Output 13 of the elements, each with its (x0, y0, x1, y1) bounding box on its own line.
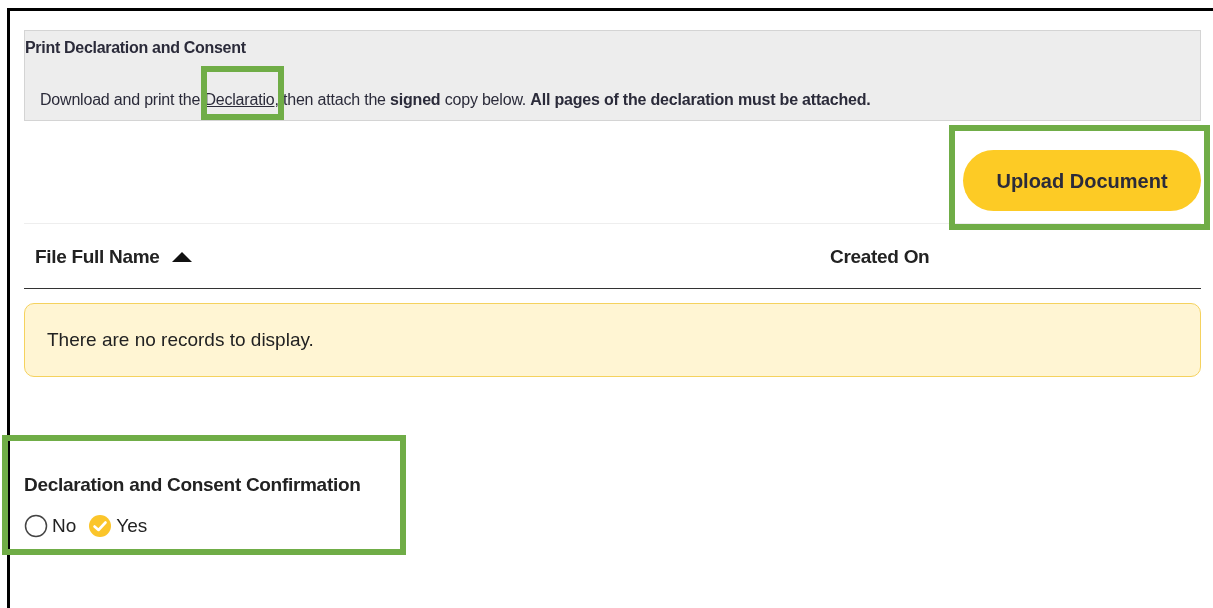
column-header[interactable]: Created On (830, 242, 930, 272)
sort-ascending-icon (171, 252, 192, 262)
radio-checked-icon[interactable] (88, 513, 113, 538)
notice-title: Print Declaration and Consent (25, 38, 247, 58)
radio-unchecked-icon[interactable] (24, 513, 48, 538)
notice-text: Download and print the Declaratio, then attach the signed copy below. All pages of the declaration must be attached. (25, 90, 1200, 110)
declaration-link[interactable]: Declaratio (204, 91, 275, 108)
upload-document-button[interactable]: Upload Document (963, 150, 1201, 211)
radio-label: No (52, 513, 77, 538)
confirmation-label: Declaration and Consent Confirmation (24, 473, 362, 497)
column-header[interactable]: File Full Name (35, 242, 192, 272)
empty-message: There are no records to display. (47, 327, 314, 352)
radio-label: Yes (116, 513, 148, 538)
